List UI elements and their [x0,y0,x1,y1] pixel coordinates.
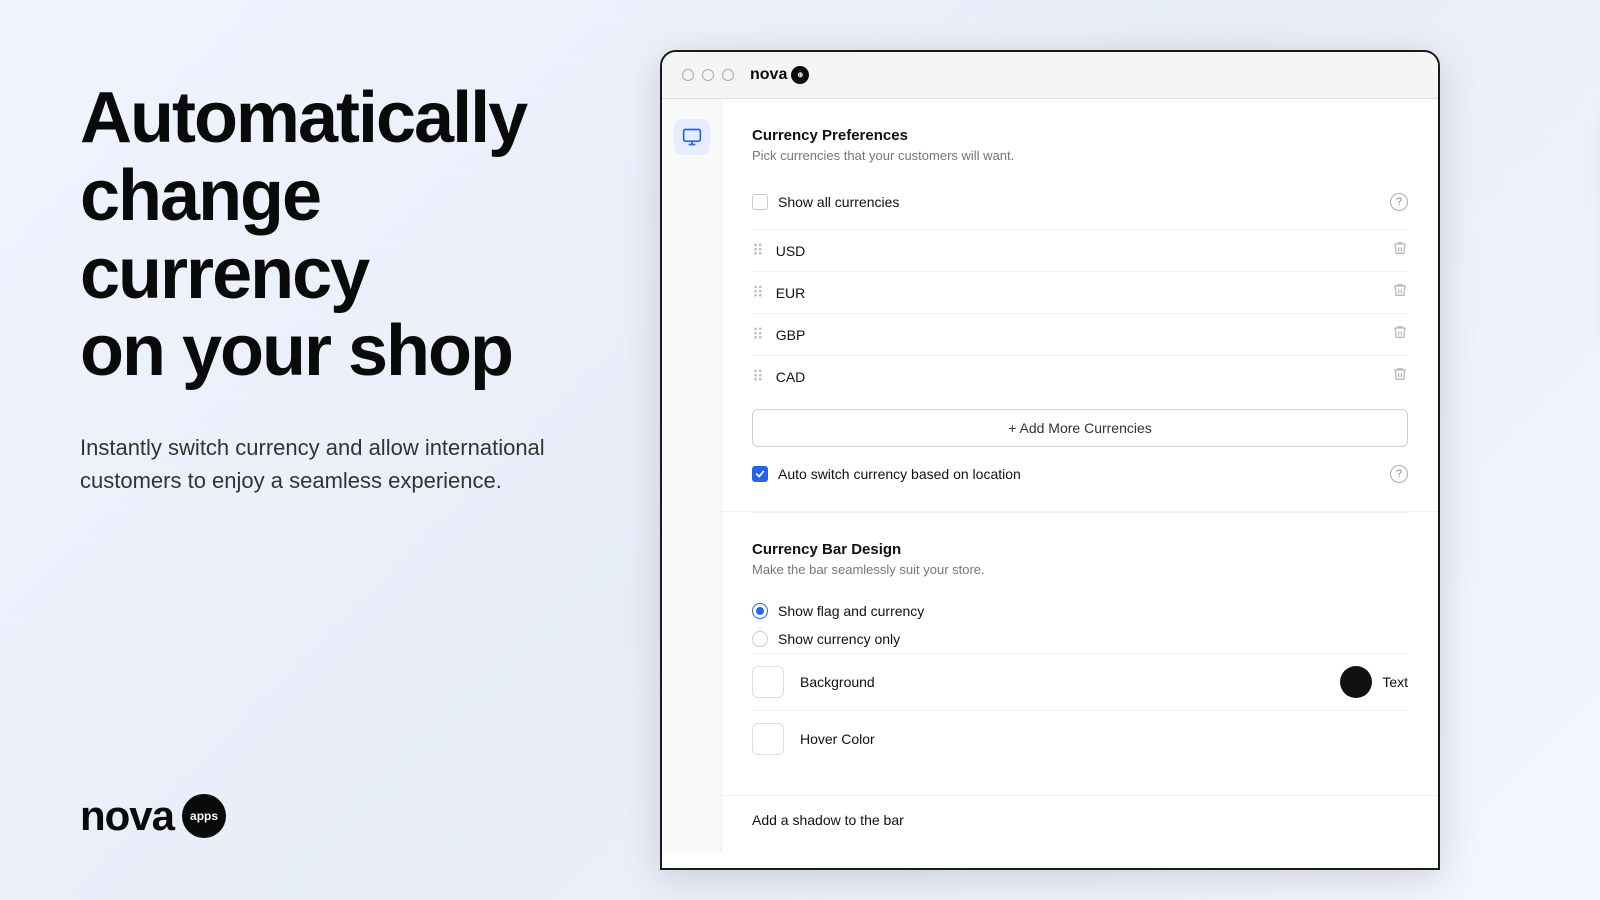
background-color-row: Background Text [752,653,1408,710]
drag-handle-usd[interactable]: ⠿ [752,241,764,261]
heading-line3: on your shop [80,311,512,391]
browser-dots [682,69,734,81]
logo-area: nova apps [80,792,600,840]
hover-color-swatch[interactable] [752,723,784,755]
browser-window: nova ⊕ Currency Preferences Pick currenc… [660,50,1440,870]
bar-design-title: Currency Bar Design [752,541,1408,558]
delete-icon-cad[interactable] [1392,366,1408,387]
right-panel: nova ⊕ Currency Preferences Pick currenc… [660,0,1600,900]
currency-row-eur: ⠿ EUR [752,271,1408,313]
add-more-label: + Add More Currencies [1008,420,1152,436]
currency-row-cad: ⠿ CAD [752,355,1408,397]
auto-switch-checkbox[interactable] [752,466,768,482]
app-main: Currency Preferences Pick currencies tha… [722,99,1438,852]
browser-content: Currency Preferences Pick currencies tha… [662,99,1438,852]
currency-preferences-title: Currency Preferences [752,127,1408,144]
browser-dot-3 [722,69,734,81]
currency-preferences-subtitle: Pick currencies that your customers will… [752,148,1408,163]
browser-logo: nova ⊕ [750,66,809,84]
shadow-section: Add a shadow to the bar [722,796,1438,852]
show-all-info-icon[interactable]: ? [1390,193,1408,211]
auto-switch-info-icon[interactable]: ? [1390,465,1408,483]
add-more-currencies-button[interactable]: + Add More Currencies [752,409,1408,447]
logo-text: nova [80,792,174,840]
text-color-swatch[interactable] [1340,666,1372,698]
sub-text: Instantly switch currency and allow inte… [80,431,580,497]
bar-design-section: Currency Bar Design Make the bar seamles… [722,513,1438,796]
radio-label-currency-only: Show currency only [778,631,900,647]
browser-logo-circle: ⊕ [791,66,809,84]
currency-preferences-section: Currency Preferences Pick currencies tha… [722,99,1438,512]
left-panel: Automatically change currency on your sh… [0,0,660,900]
radio-row-flag[interactable]: Show flag and currency [752,597,1408,625]
radio-label-flag: Show flag and currency [778,603,924,619]
drag-handle-cad[interactable]: ⠿ [752,367,764,387]
delete-icon-gbp[interactable] [1392,324,1408,345]
main-heading: Automatically change currency on your sh… [80,80,600,391]
currency-name-usd: USD [776,243,1392,259]
currency-row-gbp: ⠿ GBP [752,313,1408,355]
browser-logo-text: nova [750,66,787,84]
browser-bar: nova ⊕ [662,52,1438,99]
shadow-label: Add a shadow to the bar [752,812,1408,828]
hover-color-row: Hover Color [752,710,1408,767]
currency-name-eur: EUR [776,285,1392,301]
drag-handle-eur[interactable]: ⠿ [752,283,764,303]
sidebar-monitor-icon[interactable] [674,119,710,155]
radio-row-currency-only[interactable]: Show currency only [752,625,1408,653]
auto-switch-left: Auto switch currency based on location [752,466,1021,482]
currency-row-usd: ⠿ USD [752,229,1408,271]
logo-badge: apps [182,794,226,838]
show-all-checkbox-row[interactable]: Show all currencies [752,194,899,210]
text-label: Text [1382,674,1408,690]
left-content: Automatically change currency on your sh… [80,80,600,497]
radio-currency-only[interactable] [752,631,768,647]
heading-line2: change currency [80,156,368,314]
show-all-row: Show all currencies ? [752,183,1408,221]
bar-design-subtitle: Make the bar seamlessly suit your store. [752,562,1408,577]
browser-dot-2 [702,69,714,81]
auto-switch-row: Auto switch currency based on location ? [752,451,1408,483]
delete-icon-usd[interactable] [1392,240,1408,261]
delete-icon-eur[interactable] [1392,282,1408,303]
background-label: Background [800,674,875,690]
browser-dot-1 [682,69,694,81]
show-all-label: Show all currencies [778,194,899,210]
background-color-swatch[interactable] [752,666,784,698]
auto-switch-label: Auto switch currency based on location [778,466,1021,482]
heading-line1: Automatically [80,78,526,158]
currency-name-cad: CAD [776,369,1392,385]
currency-name-gbp: GBP [776,327,1392,343]
show-all-checkbox[interactable] [752,194,768,210]
app-sidebar [662,99,722,852]
drag-handle-gbp[interactable]: ⠿ [752,325,764,345]
radio-flag-currency[interactable] [752,603,768,619]
hover-color-label: Hover Color [800,731,875,747]
